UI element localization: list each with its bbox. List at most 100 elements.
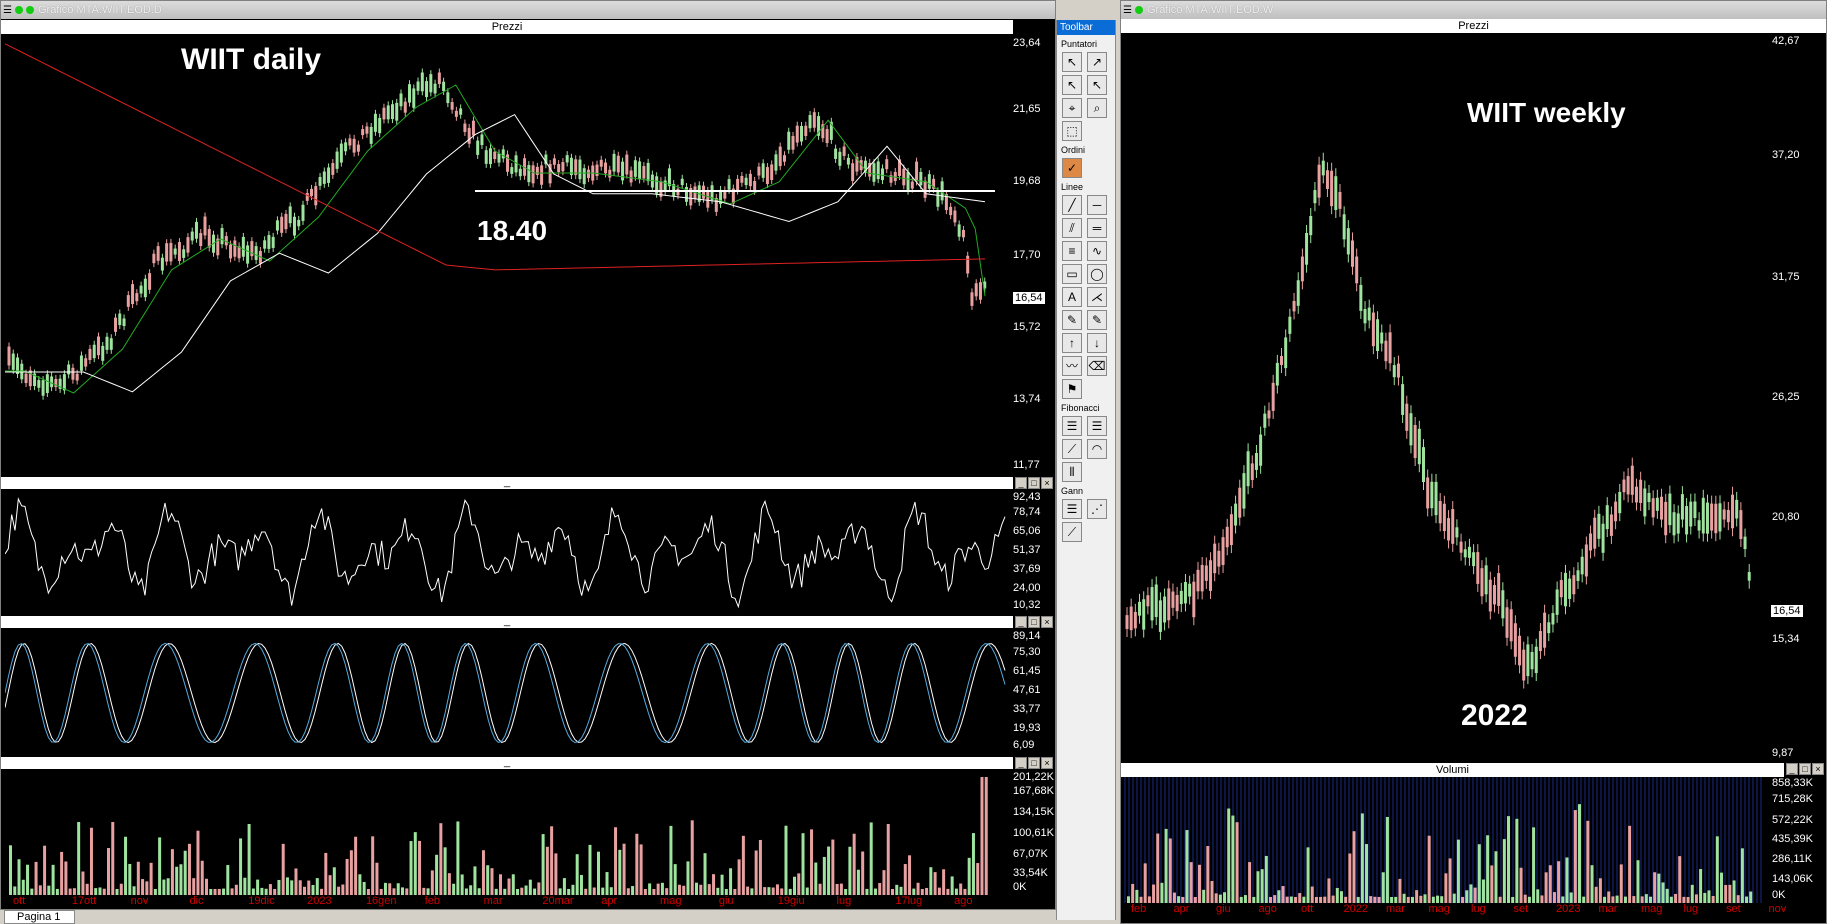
candle-body: [1459, 541, 1463, 553]
candle-body: [1651, 498, 1655, 518]
time-axis-label: ago: [954, 895, 973, 907]
arrow-up-icon[interactable]: ↑: [1062, 333, 1082, 353]
toolbar-section: Puntatori: [1061, 39, 1098, 49]
erase-icon[interactable]: ⌫: [1087, 356, 1107, 376]
candle-body: [1259, 434, 1263, 466]
candle-body: [761, 163, 765, 178]
volume-bar: [1532, 827, 1536, 903]
candle-body: [463, 123, 467, 132]
candle-body: [1538, 631, 1542, 652]
green-dot-icon: [25, 6, 34, 14]
candle-body: [186, 237, 190, 253]
gann-grid-icon[interactable]: ☰: [1062, 499, 1082, 519]
candle-body: [586, 169, 590, 179]
rsi-pane-controls[interactable]: _ □ ×: [1013, 477, 1053, 489]
flag-icon[interactable]: ⚑: [1062, 379, 1082, 399]
weekly-volume-controls[interactable]: _ □ ×: [1784, 763, 1824, 775]
candle-body: [288, 206, 292, 224]
pencil-icon[interactable]: ✎: [1062, 310, 1082, 330]
volume-bar: [886, 823, 890, 895]
pitchfork-icon[interactable]: ⋌: [1087, 287, 1107, 307]
pointer-alt-icon[interactable]: ↗: [1087, 52, 1107, 72]
weekly-window-titlebar[interactable]: ☰ Grafico MTA.WIIT.EOD.W: [1121, 1, 1826, 19]
candle-body: [382, 107, 386, 120]
volume-bar: [1590, 865, 1594, 903]
select-icon[interactable]: ⌖: [1062, 98, 1082, 118]
candle-body: [1705, 502, 1709, 534]
maximize-icon[interactable]: □: [1028, 616, 1040, 628]
gann-fan-icon[interactable]: ⟋: [1062, 522, 1082, 542]
volume-bar: [98, 887, 102, 895]
maximize-icon[interactable]: □: [1028, 477, 1040, 489]
zoom-icon[interactable]: ⌕: [1087, 98, 1107, 118]
volume-bar: [1611, 896, 1615, 903]
cursor-alt-icon[interactable]: ↖: [1087, 75, 1107, 95]
candle-body: [1225, 526, 1229, 548]
candle-body: [1154, 584, 1158, 618]
hchannel-icon[interactable]: ═: [1087, 218, 1107, 238]
hline-icon[interactable]: ─: [1087, 195, 1107, 215]
fib-extension-icon[interactable]: ☰: [1087, 416, 1107, 436]
maximize-icon[interactable]: □: [1028, 757, 1040, 769]
candle-body: [1413, 424, 1417, 459]
volume-bar: [660, 882, 664, 895]
arrow-down-icon[interactable]: ↓: [1087, 333, 1107, 353]
volume-bar: [1548, 865, 1552, 903]
fib-retracement-icon[interactable]: ☰: [1062, 416, 1082, 436]
wave-icon[interactable]: 〰: [1062, 356, 1082, 376]
volume-pane-controls[interactable]: _ □ ×: [1013, 757, 1053, 769]
fib-fan-icon[interactable]: ⟋: [1062, 439, 1082, 459]
volume-bar: [422, 887, 426, 895]
candle-body: [1138, 601, 1142, 616]
minimize-icon[interactable]: _: [1015, 757, 1027, 769]
candle-body: [1534, 646, 1538, 674]
cursor-icon[interactable]: ↖: [1062, 75, 1082, 95]
text-icon[interactable]: A: [1062, 287, 1082, 307]
marquee-icon[interactable]: ⬚: [1062, 121, 1082, 141]
channel-icon[interactable]: ⫽: [1062, 218, 1082, 238]
candle-body: [190, 231, 194, 241]
polyline-icon[interactable]: ∿: [1087, 241, 1107, 261]
volume-bar: [895, 884, 899, 895]
candle-body: [1313, 190, 1317, 204]
order-icon[interactable]: ✓: [1062, 158, 1082, 178]
gann-box-icon[interactable]: ⋰: [1087, 499, 1107, 519]
close-icon[interactable]: ×: [1041, 477, 1053, 489]
close-icon[interactable]: ×: [1812, 763, 1824, 775]
volume-bar: [1628, 825, 1632, 903]
pencil-alt-icon[interactable]: ✎: [1087, 310, 1107, 330]
stoch-pane-controls[interactable]: _ □ ×: [1013, 616, 1053, 628]
minimize-icon[interactable]: _: [1015, 616, 1027, 628]
volume-bar: [665, 888, 669, 895]
volume-bar: [1423, 894, 1427, 903]
rectangle-icon[interactable]: ▭: [1062, 264, 1082, 284]
candle-body: [740, 175, 744, 183]
support-icon[interactable]: ≡: [1062, 241, 1082, 261]
close-icon[interactable]: ×: [1041, 757, 1053, 769]
candle-body: [1568, 578, 1572, 599]
volume-bar: [298, 880, 302, 895]
candle-body: [1647, 492, 1651, 503]
menu-icon[interactable]: ☰: [1123, 5, 1132, 16]
minimize-icon[interactable]: _: [1015, 477, 1027, 489]
candle-body: [663, 180, 667, 192]
minimize-icon[interactable]: _: [1786, 763, 1798, 775]
volume-bar: [145, 881, 149, 895]
menu-icon[interactable]: ☰: [3, 5, 12, 16]
close-icon[interactable]: ×: [1041, 616, 1053, 628]
candle-body: [152, 253, 156, 264]
page-tab[interactable]: Pagina 1: [4, 910, 76, 924]
volume-bar: [477, 888, 481, 895]
candle-body: [1472, 552, 1476, 567]
ellipse-icon[interactable]: ◯: [1087, 264, 1107, 284]
daily-window-titlebar[interactable]: ☰ Grafico MTA.WIIT.EOD.D: [1, 1, 1055, 19]
axis-tick: 11,77: [1013, 459, 1040, 471]
fib-arc-icon[interactable]: ◠: [1087, 439, 1107, 459]
maximize-icon[interactable]: □: [1799, 763, 1811, 775]
fib-time-icon[interactable]: ⫴: [1062, 462, 1082, 482]
volume-bar: [307, 880, 311, 895]
volume-bar: [107, 848, 110, 895]
trendline-icon[interactable]: ╱: [1062, 195, 1082, 215]
candle-body: [744, 177, 748, 186]
pointer-icon[interactable]: ↖: [1062, 52, 1082, 72]
